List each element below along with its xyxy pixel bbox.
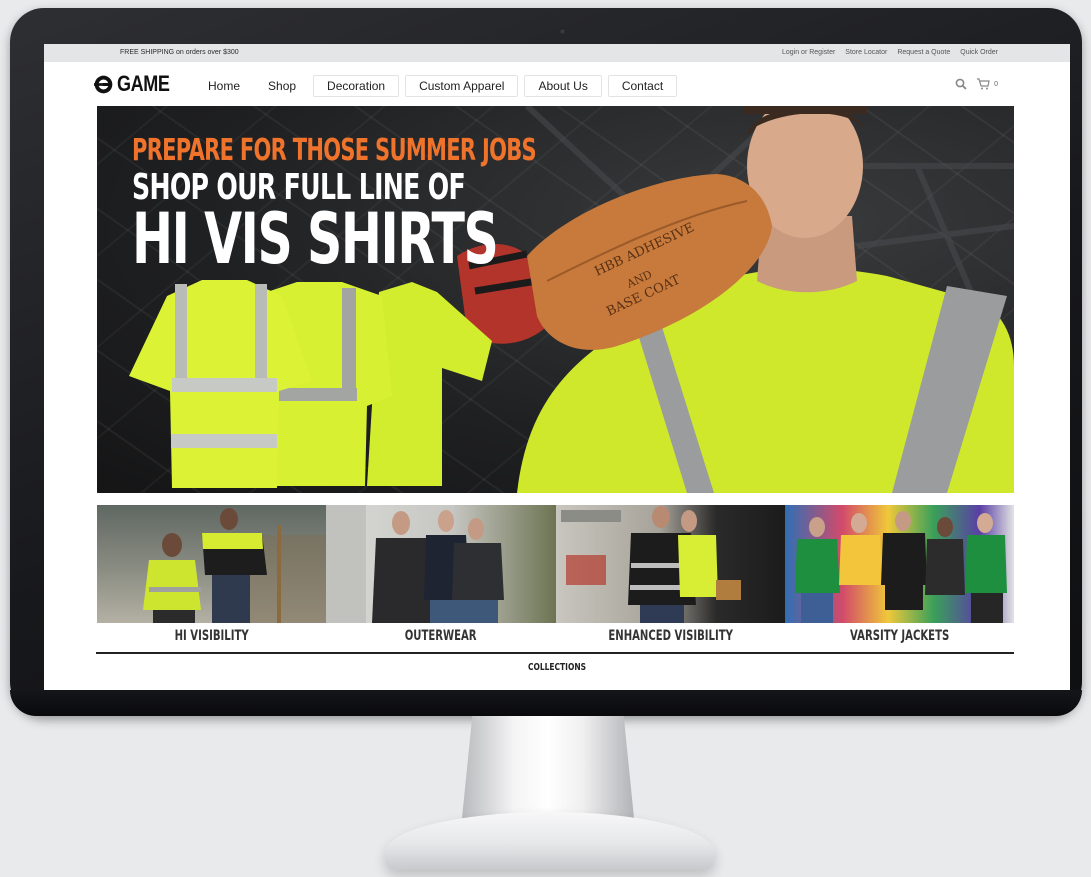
nav-menu: Home Shop Decoration Custom Apparel Abou… <box>194 75 680 97</box>
hero-headline: PREPARE FOR THOSE SUMMER JOBS SHOP OUR F… <box>132 133 709 280</box>
monitor-stand-base <box>385 812 715 870</box>
utility-bar: FREE SHIPPING on orders over $300 Login … <box>44 44 1070 62</box>
category-outerwear-image <box>326 505 556 623</box>
cart-count: 0 <box>994 80 998 88</box>
category-enhanced-visibility-image <box>555 505 785 623</box>
category-label-varsity-jackets: VARSITY JACKETS <box>849 628 949 644</box>
quick-order-link[interactable]: Quick Order <box>960 49 998 56</box>
free-shipping-text: FREE SHIPPING on orders over $300 <box>120 49 239 56</box>
nav-about-us[interactable]: About Us <box>524 75 602 97</box>
webcam-icon <box>559 28 566 35</box>
category-label-outerwear: OUTERWEAR <box>404 628 477 644</box>
hero-line-hivis: HI VIS SHIRTS <box>132 198 499 280</box>
login-register-link[interactable]: Login or Register <box>782 49 835 56</box>
nav-shop[interactable]: Shop <box>254 75 311 97</box>
nav-icons: 0 <box>955 78 998 90</box>
monitor-stand-neck <box>462 716 634 818</box>
nav-custom-apparel[interactable]: Custom Apparel <box>405 75 519 97</box>
store-locator-link[interactable]: Store Locator <box>845 49 887 56</box>
main-navigation: GAME Home Shop Decoration Custom Apparel… <box>44 62 1070 106</box>
category-varsity-jackets[interactable]: VARSITY JACKETS <box>784 505 1014 650</box>
nav-home[interactable]: Home <box>194 75 255 97</box>
nav-contact[interactable]: Contact <box>607 75 678 97</box>
hero-line-prepare: PREPARE FOR THOSE SUMMER JOBS <box>132 133 537 168</box>
request-quote-link[interactable]: Request a Quote <box>897 49 950 56</box>
category-enhanced-visibility[interactable]: ENHANCED VISIBILITY <box>555 505 785 650</box>
brand-name: GAME <box>117 71 170 96</box>
category-hi-visibility[interactable]: HI VISIBILITY <box>97 505 327 650</box>
nav-decoration[interactable]: Decoration <box>313 75 400 97</box>
collections-heading[interactable]: COLLECTIONS <box>172 662 942 673</box>
website-screen: FREE SHIPPING on orders over $300 Login … <box>44 44 1070 690</box>
category-varsity-jackets-image <box>784 505 1014 623</box>
monitor-chin <box>10 690 1082 716</box>
utility-links: Login or Register Store Locator Request … <box>782 49 998 56</box>
brand-logo[interactable]: GAME <box>94 71 181 97</box>
section-divider <box>96 652 1014 654</box>
hero-banner[interactable]: HBB ADHESIVE AND BASE COAT PREPARE FOR T… <box>97 106 1014 493</box>
category-label-hi-visibility: HI VISIBILITY <box>174 628 249 644</box>
search-icon[interactable] <box>955 78 967 90</box>
game-logo-icon <box>94 75 113 93</box>
category-hi-visibility-image <box>97 505 327 623</box>
category-label-enhanced-visibility: ENHANCED VISIBILITY <box>607 628 733 644</box>
category-outerwear[interactable]: OUTERWEAR <box>326 505 556 650</box>
category-tiles: HI VISIBILITY OUTERWEAR ENHANCED VISIBIL… <box>97 505 1014 650</box>
cart-icon[interactable] <box>976 78 990 90</box>
